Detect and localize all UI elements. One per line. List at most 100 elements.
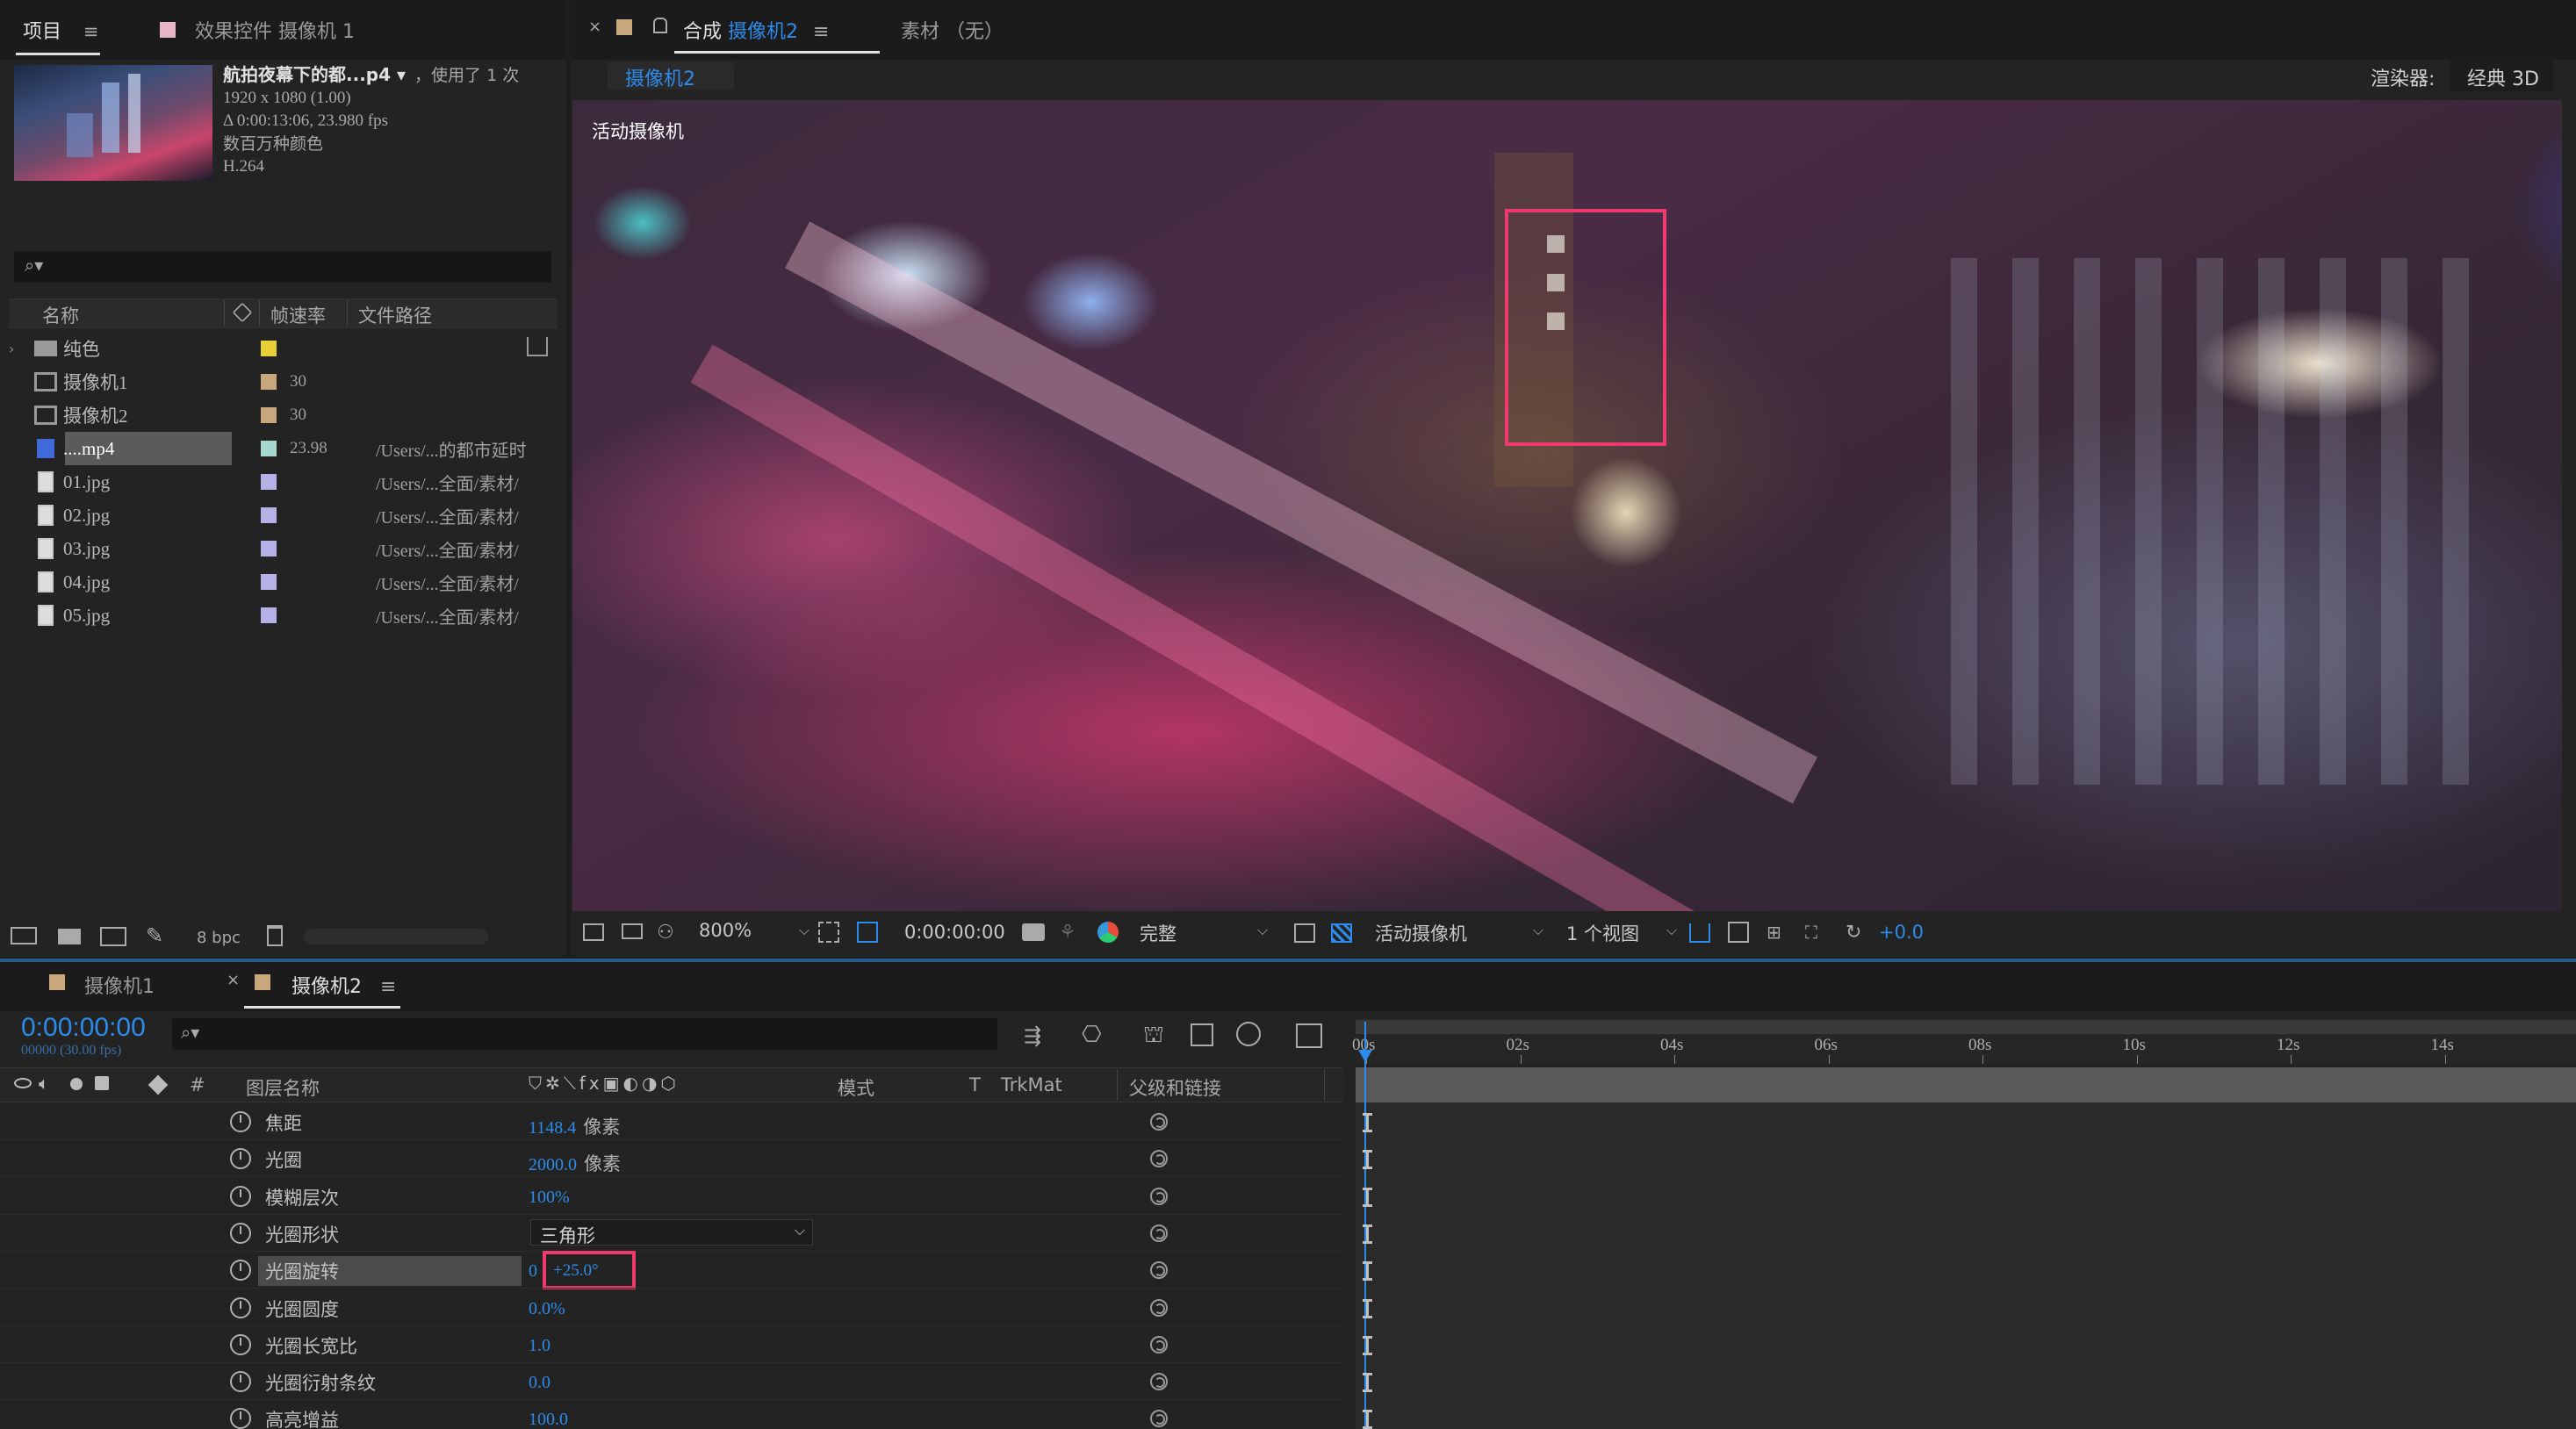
label-color-icon[interactable] — [248, 607, 290, 623]
menu-icon[interactable]: ≡ — [83, 21, 99, 42]
timeline-tab-2[interactable]: 摄像机2 ≡ — [291, 971, 396, 999]
property-value[interactable]: 0 — [529, 1261, 537, 1282]
twirl-arrow-icon[interactable]: › — [9, 341, 28, 357]
tab-composition[interactable]: 合成 摄像机2 ≡ — [683, 16, 829, 44]
show-snapshot-icon[interactable]: ⚘ — [1059, 922, 1076, 944]
project-item[interactable]: 04.jpg/Users/...全面/素材/ — [9, 565, 566, 599]
keyframe-marker[interactable] — [1363, 1410, 1372, 1429]
trash-icon[interactable] — [267, 925, 283, 946]
keyframe-marker[interactable] — [1363, 1298, 1372, 1318]
label-color-icon[interactable] — [248, 374, 290, 390]
color-channels-icon[interactable] — [1097, 922, 1119, 943]
interpret-footage-icon[interactable] — [11, 927, 37, 944]
current-time[interactable]: 0:00:00:00 — [21, 1013, 146, 1043]
project-item[interactable]: 03.jpg/Users/...全面/素材/ — [9, 532, 566, 565]
label-color-icon[interactable] — [248, 407, 290, 423]
property-value[interactable]: 1.0 — [529, 1336, 550, 1356]
region-icon[interactable] — [857, 922, 878, 943]
tab-project[interactable]: 项目 ≡ — [23, 16, 98, 44]
stopwatch-icon[interactable] — [230, 1371, 251, 1393]
renderer-button[interactable]: 经典 3D — [2450, 58, 2553, 91]
property-number[interactable]: 100% — [529, 1188, 570, 1207]
property-number[interactable]: 100.0 — [529, 1410, 568, 1429]
keyframe-marker[interactable] — [1363, 1150, 1372, 1170]
bpc-toggle[interactable]: 8 bpc — [197, 929, 241, 947]
pick-whip-icon[interactable] — [1150, 1410, 1168, 1428]
menu-icon[interactable]: ≡ — [380, 976, 396, 998]
pick-whip-icon[interactable] — [1150, 1113, 1168, 1131]
lock-icon[interactable] — [95, 1076, 109, 1090]
fit-icon[interactable] — [818, 922, 839, 943]
property-row[interactable]: 光圈衍射条纹 0.0 — [0, 1364, 1343, 1399]
always-preview-icon[interactable] — [583, 923, 604, 941]
col-layer-name[interactable]: 图层名称 — [246, 1074, 320, 1101]
viewer-timecode[interactable]: 0:00:00:00 — [904, 922, 1005, 943]
tab-footage[interactable]: 素材 （无） — [901, 16, 1004, 44]
exposure-value[interactable]: +0.0 — [1879, 922, 1924, 943]
stopwatch-icon[interactable] — [230, 1333, 251, 1355]
lock-icon[interactable] — [653, 18, 667, 33]
switches-icons[interactable]: ⛉✲⟍fx▣◐◑⬡ — [529, 1073, 680, 1094]
property-value[interactable]: 100% — [529, 1188, 570, 1208]
property-row[interactable]: 光圈 2000.0 像素 — [0, 1141, 1343, 1176]
project-item[interactable]: ....mp4 23.98/Users/...的都市延时 — [9, 432, 566, 465]
stopwatch-icon[interactable] — [230, 1185, 251, 1207]
property-number[interactable]: 1.0 — [529, 1336, 550, 1355]
property-value[interactable]: 2000.0 像素 — [529, 1150, 621, 1176]
property-row[interactable]: 模糊层次 100% — [0, 1179, 1343, 1214]
project-item[interactable]: › 纯色 — [9, 332, 566, 365]
stopwatch-icon[interactable] — [230, 1148, 251, 1170]
label-color-icon[interactable] — [248, 341, 290, 356]
draft-3d-icon[interactable]: ⎔ — [1082, 1022, 1102, 1048]
stopwatch-icon[interactable] — [230, 1111, 251, 1132]
stopwatch-icon[interactable] — [230, 1408, 251, 1429]
property-value[interactable]: 0.0 — [529, 1373, 550, 1393]
playhead-handle[interactable] — [1358, 1050, 1372, 1062]
views-layout-select[interactable]: 1 个视图 ⌵ — [1566, 920, 1677, 946]
motion-blur-icon[interactable] — [1236, 1022, 1261, 1046]
footage-name[interactable]: 航拍夜幕下的都...p4 ▾ — [223, 64, 406, 85]
stopwatch-icon[interactable] — [230, 1260, 251, 1282]
keyframe-marker[interactable] — [1363, 1187, 1372, 1207]
property-number[interactable]: 0.0% — [529, 1299, 565, 1318]
project-item[interactable]: 05.jpg/Users/...全面/素材/ — [9, 599, 566, 632]
solo-icon[interactable] — [70, 1078, 83, 1090]
toggle-pixel-aspect-icon[interactable] — [1689, 923, 1710, 943]
layer-search-input[interactable]: ⌕▾ — [172, 1018, 997, 1050]
frame-blending-icon[interactable] — [1191, 1023, 1213, 1046]
flowchart-icon[interactable]: ⛶ — [1805, 922, 1817, 943]
timeline-tab-1[interactable]: 摄像机1 — [84, 971, 155, 999]
new-folder-icon[interactable] — [58, 929, 81, 944]
property-value[interactable]: 100.0 — [529, 1410, 568, 1429]
label-color-icon[interactable] — [248, 574, 290, 590]
aperture-shape-select[interactable]: 三角形 ⌵ — [530, 1218, 813, 1246]
time-ruler[interactable] — [1356, 1034, 2576, 1064]
flowchart-icon[interactable] — [527, 337, 548, 356]
col-fps-header[interactable]: 帧速率 — [270, 302, 326, 328]
property-value[interactable]: 0.0% — [529, 1299, 565, 1319]
pick-whip-icon[interactable] — [1150, 1150, 1168, 1168]
property-row[interactable]: 焦距 1148.4 像素 — [0, 1104, 1343, 1139]
property-row[interactable]: 光圈圆度 0.0% — [0, 1290, 1343, 1325]
close-tab-icon[interactable]: × — [227, 971, 240, 989]
col-trkmat[interactable]: TrkMat — [1001, 1074, 1062, 1095]
project-item[interactable]: 摄像机2 30 — [9, 399, 566, 432]
eye-icon[interactable] — [14, 1078, 32, 1088]
property-value-2[interactable]: +25.0° — [553, 1261, 599, 1281]
zoom-select[interactable]: 800% ⌵ — [699, 920, 813, 946]
keyframe-marker[interactable] — [1363, 1113, 1372, 1132]
property-number[interactable]: 2000.0 — [529, 1155, 577, 1174]
property-row[interactable]: 光圈旋转 0 +25.0° — [0, 1251, 1343, 1290]
shy-layers-icon[interactable]: ⛫ — [1143, 1022, 1164, 1052]
pick-whip-icon[interactable] — [1150, 1373, 1168, 1391]
comp-breadcrumb[interactable]: 摄像机2 — [608, 61, 734, 90]
property-row[interactable]: 高亮增益 100.0 — [0, 1401, 1343, 1429]
stopwatch-icon[interactable] — [230, 1222, 251, 1244]
fast-preview-icon[interactable] — [1728, 922, 1749, 943]
keyframe-marker[interactable] — [1363, 1335, 1372, 1355]
property-row[interactable]: 光圈长宽比 1.0 — [0, 1327, 1343, 1362]
property-number[interactable]: 1148.4 — [529, 1118, 576, 1138]
comp-mini-flowchart-icon[interactable]: ⇶ — [1024, 1023, 1041, 1048]
transparency-grid-icon[interactable] — [1331, 923, 1352, 943]
value-highlight-box[interactable]: +25.0° — [543, 1251, 636, 1290]
